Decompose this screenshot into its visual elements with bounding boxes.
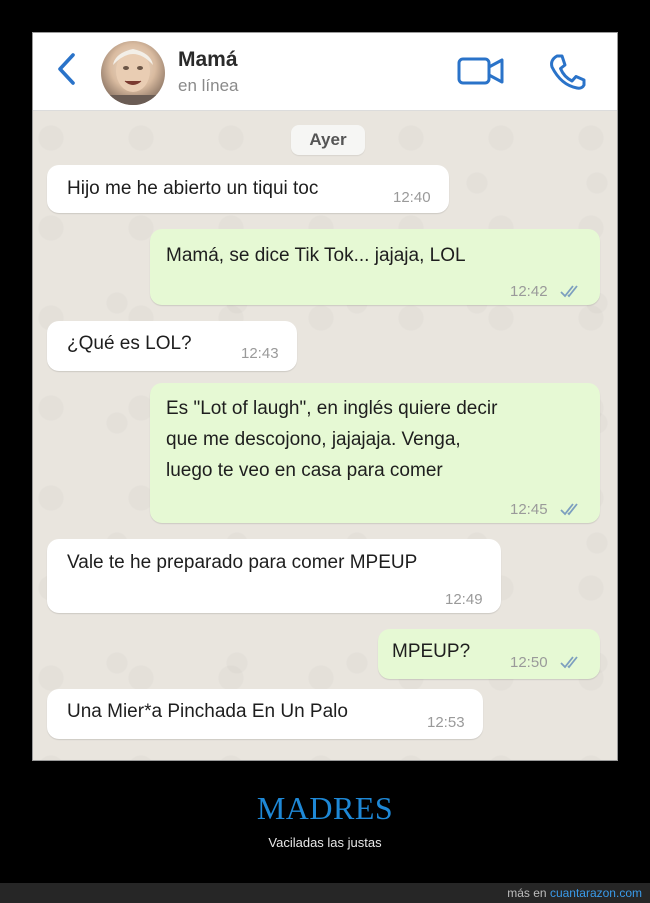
message-time: 12:53 (427, 714, 465, 731)
read-ticks-icon (560, 503, 578, 516)
footer-link[interactable]: cuantarazon.com (550, 886, 642, 900)
phone-icon[interactable] (547, 53, 587, 91)
message-outgoing[interactable]: Mamá, se dice Tik Tok... jajaja, LOL 12:… (150, 229, 600, 305)
message-time: 12:43 (241, 345, 279, 362)
message-text: Vale te he preparado para comer MPEUP (67, 552, 418, 573)
message-text: Mamá, se dice Tik Tok... jajaja, LOL (166, 245, 466, 266)
message-line: que me descojono, jajajaja. Venga, (166, 429, 461, 450)
message-time: 12:49 (445, 591, 483, 608)
message-text: Una Mier*a Pinchada En Un Palo (67, 701, 348, 722)
contact-name[interactable]: Mamá (178, 48, 238, 72)
message-incoming[interactable]: Vale te he preparado para comer MPEUP 12… (47, 539, 501, 613)
message-line: Es "Lot of laugh", en inglés quiere deci… (166, 398, 498, 419)
caption-title: MADRES (256, 790, 394, 826)
chat-area[interactable]: Ayer Hijo me he abierto un tiqui toc 12:… (33, 111, 617, 760)
read-ticks-icon (560, 285, 578, 298)
message-line: luego te veo en casa para comer (166, 460, 443, 481)
message-time: 12:42 (510, 283, 548, 300)
caption-subtitle: Vaciladas las justas (268, 835, 382, 850)
message-incoming[interactable]: ¿Qué es LOL? 12:43 (47, 321, 297, 371)
avatar[interactable] (101, 41, 165, 105)
contact-status: en línea (178, 76, 239, 95)
chat-screenshot: Mamá en línea Ayer Hijo me he abierto un… (32, 32, 618, 761)
message-time: 12:45 (510, 501, 548, 518)
footer-prefix: más en (507, 886, 547, 900)
message-text: Es "Lot of laugh", en inglés quiere deci… (166, 393, 497, 486)
caption: MADRES Vaciladas las justas (0, 790, 650, 850)
date-separator: Ayer (291, 125, 365, 155)
video-camera-icon[interactable] (457, 55, 505, 87)
footer: más en cuantarazon.com (0, 883, 650, 903)
chat-header: Mamá en línea (33, 33, 617, 111)
message-incoming[interactable]: Una Mier*a Pinchada En Un Palo 12:53 (47, 689, 483, 739)
message-text: MPEUP? (392, 641, 471, 662)
chevron-left-icon[interactable] (53, 51, 81, 87)
read-ticks-icon (560, 656, 578, 669)
message-time: 12:40 (393, 189, 431, 206)
message-time: 12:50 (510, 654, 548, 671)
message-text: Hijo me he abierto un tiqui toc (67, 178, 319, 199)
message-text: ¿Qué es LOL? (67, 333, 192, 354)
message-outgoing[interactable]: Es "Lot of laugh", en inglés quiere deci… (150, 383, 600, 523)
message-outgoing[interactable]: MPEUP? 12:50 (378, 629, 600, 679)
message-incoming[interactable]: Hijo me he abierto un tiqui toc 12:40 (47, 165, 449, 213)
